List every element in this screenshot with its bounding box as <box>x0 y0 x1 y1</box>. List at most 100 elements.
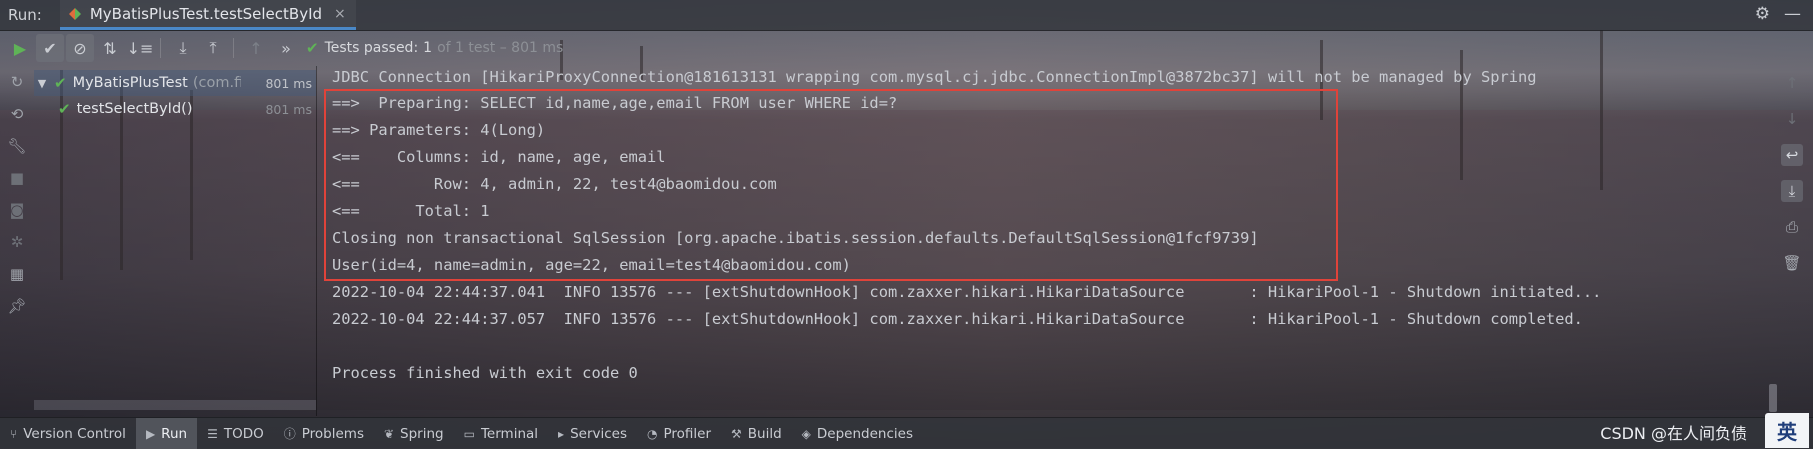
run-toolbar: ▶ ✔ ⊘ ⇅ ↓≡ ⤓ ⤒ ↑ » ✔ Tests passed: 1 of … <box>0 30 1813 66</box>
run-config-icon <box>68 7 82 21</box>
console-line: <== Row: 4, admin, 22, test4@baomidou.co… <box>332 175 777 193</box>
bottom-tab-label: Version Control <box>23 425 126 442</box>
check-icon: ✔ <box>306 39 319 57</box>
bottom-tab-problems[interactable]: ⓘ Problems <box>274 418 374 449</box>
toolbar-divider <box>233 38 234 58</box>
layout-icon[interactable]: ▦ <box>7 264 27 284</box>
gear-icon[interactable]: ⚙ <box>1755 4 1770 24</box>
watermark-text: CSDN @在人间负债 <box>1600 424 1747 443</box>
collapse-all-icon[interactable]: ⤒ <box>199 34 227 62</box>
bottom-tab-label: Profiler <box>663 425 712 442</box>
minus-icon[interactable]: — <box>1784 4 1801 24</box>
bottom-tab-terminal[interactable]: ▭ Terminal <box>454 418 548 449</box>
scroll-to-end-icon[interactable]: ⤓ <box>1781 180 1803 202</box>
bottom-tab-services[interactable]: ▸ Services <box>548 418 637 449</box>
check-icon: ✔ <box>58 100 71 118</box>
show-passed-icon[interactable]: ✔ <box>36 34 64 62</box>
rerun-failed-icon[interactable]: ↻ <box>7 72 27 92</box>
close-icon[interactable]: × <box>334 6 346 22</box>
bottom-tab-label: Spring <box>400 425 444 442</box>
tree-item-time: 801 ms <box>265 101 312 117</box>
bottom-tab-label: Run <box>161 425 188 442</box>
check-icon: ✔ <box>54 74 67 92</box>
bottom-tab-label: Terminal <box>480 425 539 442</box>
run-tool-window-header: Run: MyBatisPlusTest.testSelectById × ⚙ … <box>0 0 1813 31</box>
previous-failed-icon[interactable]: ↑ <box>242 34 270 62</box>
print-icon[interactable]: ⎙ <box>1781 216 1803 238</box>
sort-alphabetically-icon[interactable]: ⇅ <box>96 34 124 62</box>
list-icon: ☰ <box>207 426 218 441</box>
console-line: ==> Parameters: 4(Long) <box>332 121 546 139</box>
bottom-tab-label: Problems <box>301 425 364 442</box>
tests-passed-label: Tests passed: <box>324 40 419 56</box>
panel-divider[interactable] <box>316 66 317 416</box>
settings-icon[interactable]: ✲ <box>7 232 27 252</box>
tree-item-name: testSelectById() <box>76 101 193 117</box>
rerun-icon[interactable]: ▶ <box>6 34 34 62</box>
more-actions-icon[interactable]: » <box>272 34 300 62</box>
layers-icon: ◈ <box>801 426 811 441</box>
bottom-tab-spring[interactable]: ❦ Spring <box>374 418 454 449</box>
tool-window-bar: ⑂ Version Control ▶ Run ☰ TODO ⓘ Problem… <box>0 417 1813 449</box>
services-icon: ▸ <box>558 426 565 441</box>
bottom-tab-label: Services <box>570 425 627 442</box>
tree-item-time: 801 ms <box>265 75 312 91</box>
tests-passed-count: 1 <box>423 40 433 56</box>
bottom-tab-build[interactable]: ⚒ Build <box>721 418 792 449</box>
tab-title: MyBatisPlusTest.testSelectById <box>89 4 323 23</box>
run-label: Run: <box>8 6 42 24</box>
horizontal-scrollbar[interactable] <box>34 400 316 410</box>
console-actions: ↑ ↓ ↩ ⤓ ⎙ 🗑︎ <box>1771 66 1813 422</box>
tree-item-test-method[interactable]: ✔ testSelectById() 801 ms <box>34 96 316 122</box>
hammer-icon: ⚒ <box>731 426 742 441</box>
chevron-down-icon[interactable]: ▼ <box>34 77 50 90</box>
bottom-tab-label: Build <box>747 425 782 442</box>
profiler-icon: ◔ <box>647 426 658 441</box>
tree-item-test-class[interactable]: ▼ ✔ MyBatisPlusTest (com.fi 801 ms <box>34 70 316 96</box>
play-icon: ▶ <box>145 426 156 441</box>
test-tree: ▼ ✔ MyBatisPlusTest (com.fi 801 ms ✔ tes… <box>34 66 316 416</box>
stop-icon[interactable]: ■ <box>7 168 27 188</box>
console-line: 2022-10-04 22:44:37.057 INFO 13576 --- [… <box>332 310 1583 328</box>
tests-status: ✔ Tests passed: 1 of 1 test – 801 ms <box>306 39 563 57</box>
console-line: 2022-10-04 22:44:37.041 INFO 13576 --- [… <box>332 283 1602 301</box>
arrow-down-icon[interactable]: ↓ <box>1781 108 1803 130</box>
ime-logo-icon: 英 <box>1765 413 1809 448</box>
left-tool-strip: ↻ ⟲ 🔧︎ ■ ◙ ✲ ▦ 📌︎ <box>0 66 34 422</box>
wrench-icon[interactable]: 🔧︎ <box>7 136 27 156</box>
console-line: Process finished with exit code 0 <box>332 364 638 382</box>
tree-item-package: (com.fi <box>192 75 241 91</box>
pin-icon[interactable]: 📌︎ <box>7 296 27 316</box>
console-line: <== Columns: id, name, age, email <box>332 148 666 166</box>
bottom-tab-todo[interactable]: ☰ TODO <box>197 418 274 449</box>
terminal-icon: ▭ <box>463 426 475 441</box>
toolbar-divider <box>160 38 161 58</box>
camera-icon[interactable]: ◙ <box>7 200 27 220</box>
window-actions: ⚙ — <box>1755 4 1801 24</box>
toggle-auto-test-icon[interactable]: ⟲ <box>7 104 27 124</box>
console-line: JDBC Connection [HikariProxyConnection@1… <box>332 68 1537 86</box>
info-icon: ⓘ <box>283 427 296 441</box>
console-line: User(id=4, name=admin, age=22, email=tes… <box>332 256 851 274</box>
trash-icon[interactable]: 🗑︎ <box>1781 252 1803 274</box>
tests-passed-detail: of 1 test – 801 ms <box>437 40 564 56</box>
bottom-tab-label: Dependencies <box>816 425 913 442</box>
soft-wrap-icon[interactable]: ↩ <box>1781 144 1803 166</box>
console-output[interactable]: JDBC Connection [HikariProxyConnection@1… <box>320 66 1760 416</box>
console-line: Closing non transactional SqlSession [or… <box>332 229 1259 247</box>
show-ignored-icon[interactable]: ⊘ <box>66 34 94 62</box>
console-line: <== Total: 1 <box>332 202 490 220</box>
tab-run-config[interactable]: MyBatisPlusTest.testSelectById × <box>59 0 356 30</box>
bottom-tab-dependencies[interactable]: ◈ Dependencies <box>792 418 923 449</box>
bottom-tab-run[interactable]: ▶ Run <box>135 418 198 449</box>
leaf-icon: ❦ <box>383 426 395 441</box>
expand-all-icon[interactable]: ⤓ <box>169 34 197 62</box>
branch-icon: ⑂ <box>10 426 18 441</box>
vertical-scrollbar[interactable] <box>1769 384 1777 412</box>
sort-by-duration-icon[interactable]: ↓≡ <box>126 34 154 62</box>
console-line: ==> Preparing: SELECT id,name,age,email … <box>332 94 898 112</box>
tree-item-name: MyBatisPlusTest <box>72 75 188 91</box>
bottom-tab-profiler[interactable]: ◔ Profiler <box>637 418 721 449</box>
arrow-up-icon[interactable]: ↑ <box>1781 72 1803 94</box>
bottom-tab-version-control[interactable]: ⑂ Version Control <box>0 418 136 449</box>
